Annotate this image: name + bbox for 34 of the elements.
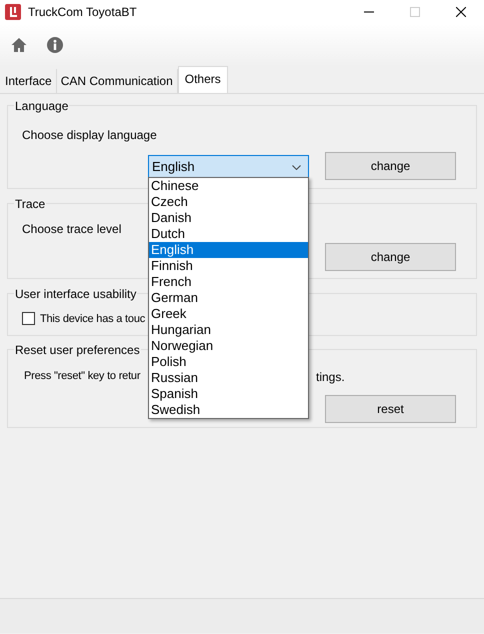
language-option[interactable]: Greek xyxy=(149,306,308,322)
language-option[interactable]: Norwegian xyxy=(149,338,308,354)
change-button[interactable]: change xyxy=(325,243,456,271)
language-option[interactable]: Danish xyxy=(149,210,308,226)
change-button[interactable]: change xyxy=(325,152,456,180)
language-option[interactable]: Swedish xyxy=(149,402,308,418)
chevron-down-icon xyxy=(292,165,301,170)
language-option[interactable]: Russian xyxy=(149,370,308,386)
instruction-text: Press "reset" key to retur xyxy=(24,369,140,384)
language-dropdown[interactable]: English xyxy=(148,155,309,179)
language-option[interactable]: French xyxy=(149,274,308,290)
language-option[interactable]: Dutch xyxy=(149,226,308,242)
prompt-text: Choose display language xyxy=(22,127,157,144)
tab[interactable]: Others xyxy=(178,66,228,93)
language-option[interactable]: Spanish xyxy=(149,386,308,402)
language-option[interactable]: Finnish xyxy=(149,258,308,274)
language-option[interactable]: Chinese xyxy=(149,178,308,194)
touch-checkbox[interactable] xyxy=(22,312,35,325)
language-option[interactable]: German xyxy=(149,290,308,306)
tab[interactable]: CAN Communication xyxy=(56,69,178,93)
language-option[interactable]: Hungarian xyxy=(149,322,308,338)
reset-button[interactable]: reset xyxy=(325,395,456,423)
info-icon[interactable] xyxy=(47,37,63,53)
window-title: TruckCom ToyotaBT xyxy=(28,4,137,21)
prompt-text: Choose trace level xyxy=(22,221,122,238)
language-option[interactable]: English xyxy=(149,242,308,258)
maximize-icon xyxy=(410,7,420,17)
close-icon xyxy=(456,7,466,17)
language-option[interactable]: Polish xyxy=(149,354,308,370)
instruction-text: tings. xyxy=(316,369,345,386)
checkbox-label: This device has a touc xyxy=(40,312,146,327)
language-option[interactable]: Czech xyxy=(149,194,308,210)
app-logo-icon xyxy=(5,4,21,20)
home-icon[interactable] xyxy=(11,37,27,53)
